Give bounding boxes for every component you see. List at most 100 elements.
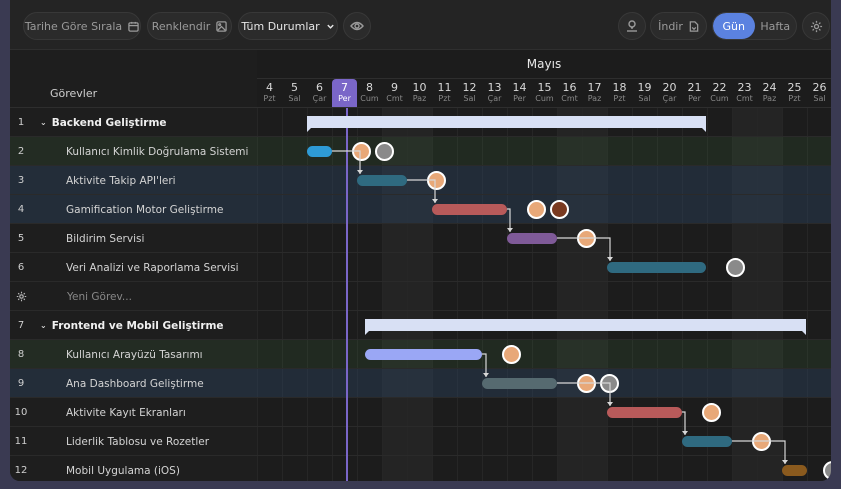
day-number: 13 <box>487 81 502 94</box>
row-number: 10 <box>14 407 28 418</box>
day-number: 16 <box>562 81 577 94</box>
day-number: 8 <box>366 81 373 94</box>
task-bar[interactable] <box>782 465 807 476</box>
day-number: 14 <box>512 81 527 94</box>
day-header-cell: 9 Cmt <box>382 79 407 108</box>
toolbar: Tarihe Göre Sırala Renklendir Tüm Duruml… <box>10 0 831 50</box>
new-task-input[interactable]: Yeni Görev... <box>32 282 257 311</box>
day-header-cell: 18 Pzt <box>607 79 632 108</box>
chevron-down-icon[interactable]: ⌄ <box>40 118 47 127</box>
day-number: 6 <box>316 81 323 94</box>
assignee-avatar[interactable] <box>352 142 371 161</box>
task-row[interactable]: 4 Gamification Motor Geliştirme <box>10 195 831 224</box>
assignee-avatar[interactable] <box>527 200 546 219</box>
view-week-button[interactable]: Hafta <box>755 13 797 39</box>
assignee-avatar[interactable] <box>752 432 771 451</box>
day-number: 21 <box>687 81 702 94</box>
group-summary-bar[interactable] <box>365 319 806 335</box>
day-number: 5 <box>291 81 298 94</box>
day-header-cell: 24 Paz <box>757 79 782 108</box>
file-icon <box>689 20 699 32</box>
assignee-avatar[interactable] <box>502 345 521 364</box>
row-number: 3 <box>17 175 25 186</box>
download-button[interactable]: İndir <box>650 12 707 40</box>
task-label: Liderlik Tablosu ve Rozetler <box>66 435 210 448</box>
day-header-cell: 19 Sal <box>632 79 657 108</box>
task-row[interactable]: 5 Bildirim Servisi <box>10 224 831 253</box>
day-number: 10 <box>412 81 427 94</box>
task-row[interactable]: 2 Kullanıcı Kimlik Doğrulama Sistemi <box>10 137 831 166</box>
weekday-label: Sal <box>813 94 826 103</box>
day-header-cell: 4 Pzt <box>257 79 282 108</box>
day-number: 4 <box>266 81 273 94</box>
group-summary-bar[interactable] <box>307 116 706 132</box>
task-row[interactable]: 9 Ana Dashboard Geliştirme <box>10 369 831 398</box>
task-row[interactable]: 6 Veri Analizi ve Raporlama Servisi <box>10 253 831 282</box>
task-label: Mobil Uygulama (iOS) <box>66 464 180 477</box>
task-bar[interactable] <box>682 436 732 447</box>
weekday-label: Çar <box>312 94 327 103</box>
visibility-toggle-button[interactable] <box>343 12 371 40</box>
sort-by-date-button[interactable]: Tarihe Göre Sırala <box>23 12 141 40</box>
task-bar[interactable] <box>482 378 557 389</box>
weekday-label: Pzt <box>788 94 801 103</box>
task-bar[interactable] <box>432 204 507 215</box>
row-number: 9 <box>17 378 25 389</box>
row-number: 12 <box>14 465 28 476</box>
day-header-cell: 13 Çar <box>482 79 507 108</box>
task-bar[interactable] <box>307 146 332 157</box>
assignee-avatar[interactable] <box>726 258 745 277</box>
day-number: 26 <box>812 81 827 94</box>
day-header-cell: 17 Paz <box>582 79 607 108</box>
weekday-label: Sal <box>638 94 651 103</box>
day-header-cell: 20 Çar <box>657 79 682 108</box>
task-label: Aktivite Kayıt Ekranları <box>66 406 186 419</box>
day-number: 15 <box>537 81 552 94</box>
task-row[interactable]: 3 Aktivite Takip API'leri <box>10 166 831 195</box>
weekday-label: Paz <box>587 94 602 103</box>
day-number: 7 <box>341 81 348 94</box>
group-title: Frontend ve Mobil Geliştirme <box>51 319 224 332</box>
weekday-label: Cmt <box>561 94 578 103</box>
task-row[interactable]: 12 Mobil Uygulama (iOS) <box>10 456 831 481</box>
task-bar[interactable] <box>507 233 557 244</box>
assignee-avatar[interactable] <box>600 374 619 393</box>
day-header-cell: 8 Cum <box>357 79 382 108</box>
day-number: 17 <box>587 81 602 94</box>
assignee-avatar[interactable] <box>427 171 446 190</box>
day-number: 24 <box>762 81 777 94</box>
task-bar[interactable] <box>365 349 482 360</box>
day-header-cell: 22 Cum <box>707 79 732 108</box>
assignee-avatar[interactable] <box>577 374 596 393</box>
task-bar[interactable] <box>357 175 407 186</box>
weekday-label: Paz <box>762 94 777 103</box>
status-filter-dropdown[interactable]: Tüm Durumlar <box>238 12 338 40</box>
view-day-button[interactable]: Gün <box>713 13 755 39</box>
assignee-avatar[interactable] <box>577 229 596 248</box>
weekday-label: Per <box>513 94 526 103</box>
day-header-cell: 7 Per <box>332 79 357 108</box>
row-settings-icon[interactable] <box>10 282 32 311</box>
task-bar[interactable] <box>607 407 682 418</box>
day-header-cell: 11 Pzt <box>432 79 457 108</box>
day-header-cell: 6 Çar <box>307 79 332 108</box>
today-line <box>346 108 348 481</box>
sort-label: Tarihe Göre Sırala <box>24 19 123 33</box>
weekday-label: Sal <box>463 94 476 103</box>
chevron-down-icon[interactable]: ⌄ <box>40 321 47 330</box>
colorize-button[interactable]: Renklendir <box>147 12 232 40</box>
weekday-label: Per <box>688 94 701 103</box>
weekday-label: Cum <box>360 94 379 103</box>
task-label: Aktivite Takip API'leri <box>66 174 176 187</box>
assignee-avatar[interactable] <box>375 142 394 161</box>
weekday-label: Cmt <box>736 94 753 103</box>
weekday-label: Per <box>338 94 351 103</box>
milestone-button[interactable] <box>618 12 646 40</box>
day-number: 19 <box>637 81 652 94</box>
assignee-avatar[interactable] <box>702 403 721 422</box>
tasks-column-header: Görevler <box>10 79 257 108</box>
new-task-row[interactable]: Yeni Görev... <box>10 282 831 311</box>
task-bar[interactable] <box>607 262 706 273</box>
settings-button[interactable] <box>802 12 830 40</box>
assignee-avatar[interactable] <box>550 200 569 219</box>
